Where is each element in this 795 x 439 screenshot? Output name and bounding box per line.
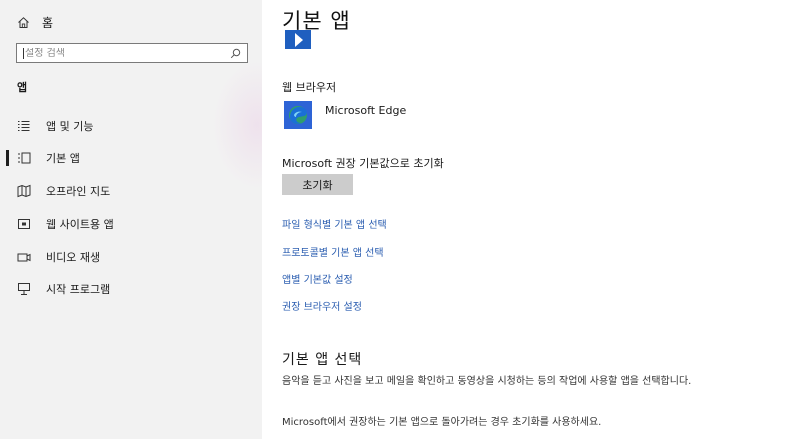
sidebar: 홈 앱 앱 및 기능 기본 앱 bbox=[0, 0, 262, 439]
search-box[interactable] bbox=[16, 43, 248, 63]
sidebar-item-apps-features[interactable]: 앱 및 기능 bbox=[0, 114, 262, 138]
choose-description: 음악을 듣고 사진을 보고 메일을 확인하고 동영상을 시청하는 등의 작업에 … bbox=[282, 376, 692, 387]
sidebar-item-label: 기본 앱 bbox=[46, 152, 80, 165]
video-icon bbox=[17, 253, 31, 262]
default-app-tile[interactable] bbox=[285, 30, 311, 49]
sidebar-item-video-playback[interactable]: 비디오 재생 bbox=[0, 245, 262, 269]
sidebar-item-startup[interactable]: 시작 프로그램 bbox=[0, 277, 262, 301]
search-input[interactable] bbox=[23, 47, 230, 59]
reset-button[interactable]: 초기화 bbox=[282, 174, 353, 195]
home-label: 홈 bbox=[42, 15, 54, 30]
edge-tile bbox=[284, 101, 312, 129]
sidebar-item-apps-for-websites[interactable]: 웹 사이트용 앱 bbox=[0, 212, 262, 236]
startup-icon bbox=[18, 283, 30, 295]
web-apps-icon bbox=[18, 219, 30, 229]
reset-heading: Microsoft 권장 기본값으로 초기화 bbox=[282, 157, 444, 170]
web-browser-heading: 웹 브라우저 bbox=[282, 81, 337, 94]
home-nav-item[interactable]: 홈 bbox=[17, 12, 53, 32]
list-icon bbox=[18, 121, 30, 131]
sidebar-item-offline-maps[interactable]: 오프라인 지도 bbox=[0, 179, 262, 203]
main-content: 기본 앱 웹 브라우저 Microsoft Edge Microsoft 권장 … bbox=[262, 0, 795, 439]
sidebar-item-label: 비디오 재생 bbox=[46, 251, 101, 264]
sidebar-item-label: 시작 프로그램 bbox=[46, 283, 111, 296]
link-set-defaults-by-app[interactable]: 앱별 기본값 설정 bbox=[282, 271, 353, 286]
home-icon bbox=[18, 16, 29, 28]
sidebar-item-label: 오프라인 지도 bbox=[46, 185, 111, 198]
sidebar-item-default-apps[interactable]: 기본 앱 bbox=[0, 146, 262, 170]
choose-default-apps-title: 기본 앱 선택 bbox=[282, 352, 363, 368]
link-recommended-browser[interactable]: 권장 브라우저 설정 bbox=[282, 298, 362, 313]
default-apps-icon bbox=[18, 152, 31, 164]
map-icon bbox=[17, 184, 31, 198]
web-browser-selector[interactable]: Microsoft Edge bbox=[284, 101, 406, 131]
reset-description: Microsoft에서 권장하는 기본 앱으로 돌아가려는 경우 초기화를 사용… bbox=[282, 417, 602, 428]
play-icon bbox=[295, 33, 303, 47]
search-icon[interactable] bbox=[230, 48, 241, 59]
link-choose-by-file-type[interactable]: 파일 형식별 기본 앱 선택 bbox=[282, 216, 387, 231]
section-label-apps: 앱 bbox=[17, 81, 28, 94]
edge-logo-icon bbox=[289, 106, 307, 124]
browser-name: Microsoft Edge bbox=[325, 104, 407, 117]
link-choose-by-protocol[interactable]: 프로토콜별 기본 앱 선택 bbox=[282, 244, 384, 259]
sidebar-item-label: 앱 및 기능 bbox=[46, 120, 94, 133]
sidebar-item-label: 웹 사이트용 앱 bbox=[46, 218, 114, 231]
